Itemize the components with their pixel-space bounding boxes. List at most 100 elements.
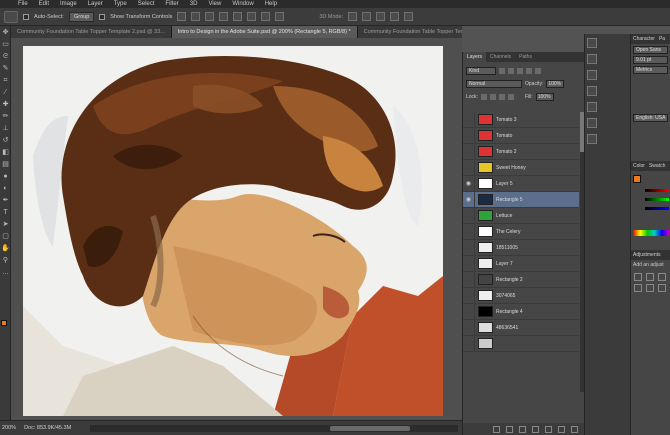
character-styles-icon[interactable]: [587, 118, 597, 128]
menu-file[interactable]: File: [18, 0, 28, 8]
align-right-icon[interactable]: [247, 12, 257, 21]
menu-3d[interactable]: 3D: [190, 0, 198, 8]
layer-row[interactable]: Tomato: [463, 127, 579, 144]
align-middle-icon[interactable]: [191, 12, 201, 21]
shape-icon[interactable]: ▢: [1, 232, 10, 241]
color-foreground-swatch[interactable]: [633, 175, 641, 183]
align-center-icon[interactable]: [233, 12, 243, 21]
color-balance-icon[interactable]: [658, 284, 666, 292]
quick-select-icon[interactable]: ✎: [1, 64, 10, 73]
marquee-icon[interactable]: ▭: [1, 40, 10, 49]
actions-panel-icon[interactable]: [587, 54, 597, 64]
layer-row[interactable]: Layer 7: [463, 255, 579, 272]
show-transform-checkbox[interactable]: [99, 13, 106, 20]
menu-edit[interactable]: Edit: [39, 0, 49, 8]
red-slider[interactable]: [645, 189, 669, 192]
slide-3d-icon[interactable]: [390, 12, 400, 21]
layer-visibility-eye-icon[interactable]: [463, 223, 475, 240]
history-panel-icon[interactable]: [587, 38, 597, 48]
move-icon[interactable]: ✥: [1, 28, 10, 37]
menu-view[interactable]: View: [208, 0, 221, 8]
auto-select-dropdown[interactable]: Group: [68, 11, 95, 22]
zoom-icon[interactable]: ⚲: [1, 256, 10, 265]
roll-3d-icon[interactable]: [362, 12, 372, 21]
layer-visibility-eye-icon[interactable]: [463, 335, 475, 352]
auto-select-checkbox[interactable]: [23, 13, 29, 20]
stamp-icon[interactable]: ⊥: [1, 124, 10, 133]
delete-layer-icon[interactable]: [571, 425, 578, 433]
brush-panel-icon[interactable]: [587, 70, 597, 80]
pen-icon[interactable]: ✒: [1, 196, 10, 205]
clone-source-icon[interactable]: [587, 86, 597, 96]
lock-all-icon[interactable]: [507, 93, 514, 100]
tab-swatch[interactable]: Swatch: [647, 161, 667, 171]
zoom-level[interactable]: 200%: [2, 425, 16, 431]
layer-row[interactable]: 3074065: [463, 287, 579, 304]
properties-panel-icon[interactable]: [587, 134, 597, 144]
blend-mode-select[interactable]: Normal: [466, 79, 522, 88]
layer-visibility-eye-icon[interactable]: [463, 303, 475, 320]
layer-row[interactable]: ◉ Rectangle 5: [463, 191, 579, 208]
layer-visibility-eye-icon[interactable]: [463, 287, 475, 304]
canvas-area[interactable]: [11, 38, 462, 420]
link-layers-icon[interactable]: [493, 425, 500, 433]
eyedropper-icon[interactable]: ⁄: [1, 88, 10, 97]
brightness-icon[interactable]: [634, 273, 642, 281]
menu-image[interactable]: Image: [60, 0, 77, 8]
layer-visibility-eye-icon[interactable]: [463, 271, 475, 288]
document-tab[interactable]: Community Foundation Table Topper Templa…: [357, 26, 462, 38]
layer-row[interactable]: Sweet Honey: [463, 159, 579, 176]
layer-visibility-eye-icon[interactable]: [463, 207, 475, 224]
layer-visibility-eye-icon[interactable]: [463, 127, 475, 144]
levels-icon[interactable]: [646, 273, 654, 281]
align-left-icon[interactable]: [219, 12, 229, 21]
history-brush-icon[interactable]: ↺: [1, 136, 10, 145]
layer-visibility-eye-icon[interactable]: [463, 255, 475, 272]
layer-row[interactable]: 18511005: [463, 239, 579, 256]
artwork-canvas[interactable]: [23, 46, 443, 416]
healing-icon[interactable]: ✚: [1, 100, 10, 109]
lock-position-icon[interactable]: [498, 93, 505, 100]
horizontal-scroll-thumb[interactable]: [330, 426, 410, 431]
foreground-color-swatch[interactable]: [1, 320, 7, 326]
filter-shape-icon[interactable]: [526, 67, 532, 74]
adjustment-layer-icon[interactable]: [532, 425, 539, 433]
menu-filter[interactable]: Filter: [165, 0, 178, 8]
layer-row[interactable]: Rectangle 2: [463, 271, 579, 288]
layer-row[interactable]: Lettuce: [463, 207, 579, 224]
crop-icon[interactable]: ⌗: [1, 76, 10, 85]
filter-smart-icon[interactable]: [535, 67, 541, 74]
hand-icon[interactable]: ✋: [1, 244, 10, 253]
layer-style-icon[interactable]: [506, 425, 513, 433]
gradient-icon[interactable]: ▤: [1, 160, 10, 169]
menu-help[interactable]: Help: [265, 0, 277, 8]
type-icon[interactable]: T: [1, 208, 10, 217]
align-bottom-icon[interactable]: [205, 12, 215, 21]
distribute-icon[interactable]: [261, 12, 271, 21]
orbit-3d-icon[interactable]: [348, 12, 358, 21]
layer-visibility-eye-icon[interactable]: ◉: [463, 175, 475, 192]
horizontal-scrollbar[interactable]: [90, 425, 458, 432]
layer-row[interactable]: [463, 335, 579, 352]
layer-visibility-eye-icon[interactable]: [463, 112, 475, 128]
lasso-icon[interactable]: ᘓ: [1, 52, 10, 61]
language-select[interactable]: English: USA: [633, 114, 668, 122]
font-size-input[interactable]: 9.01 pt: [633, 56, 668, 64]
lock-pixels-icon[interactable]: [489, 93, 496, 100]
font-family-select[interactable]: Open Sans: [633, 46, 668, 54]
layer-row[interactable]: 48636541: [463, 319, 579, 336]
fill-input[interactable]: 100%: [535, 92, 554, 101]
filter-pixel-icon[interactable]: [499, 67, 505, 74]
drag-3d-icon[interactable]: [376, 12, 386, 21]
add-mask-icon[interactable]: [519, 425, 526, 433]
blur-icon[interactable]: ●: [1, 172, 10, 181]
menu-type[interactable]: Type: [114, 0, 127, 8]
align-top-icon[interactable]: [177, 12, 187, 21]
scale-3d-icon[interactable]: [404, 12, 414, 21]
tab-color[interactable]: Color: [631, 161, 647, 171]
brush-icon[interactable]: ✏: [1, 112, 10, 121]
blue-slider[interactable]: [645, 207, 669, 210]
layer-row[interactable]: The Celery: [463, 223, 579, 240]
menu-layer[interactable]: Layer: [88, 0, 103, 8]
distribute-2-icon[interactable]: [275, 12, 285, 21]
